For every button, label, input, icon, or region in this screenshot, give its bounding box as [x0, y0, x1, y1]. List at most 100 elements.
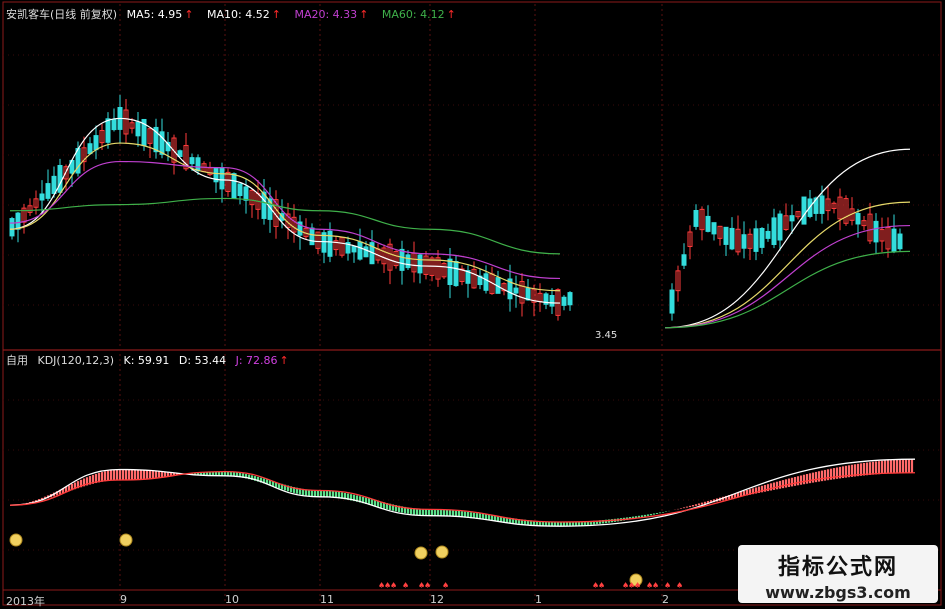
- candle-body: [873, 220, 879, 243]
- candle-body: [891, 228, 897, 252]
- candle-body: [417, 254, 423, 274]
- smiley-icon-3: [435, 545, 449, 559]
- ma10-value: MA10: 4.52: [207, 8, 270, 21]
- axis-label-11: 11: [320, 593, 334, 606]
- stock-chart: ♠♠♠ ♠ ♠♠ ♠ ♠♠ ♠♠♠ ♠♠ ♠ ♠: [2, 1, 942, 606]
- ma-line-ma20-right: [664, 224, 911, 329]
- price-legend: 安凯客车(日线 前复权) MA5: 4.95 ↑ MA10: 4.52 ↑ MA20…: [6, 6, 466, 22]
- candle-body: [57, 165, 63, 193]
- candle-body: [93, 135, 99, 151]
- ma10-up-arrow-icon: ↑: [271, 8, 281, 21]
- ma-line-ma60-right: [664, 250, 911, 329]
- candle-body: [357, 241, 363, 260]
- candle-body: [243, 186, 249, 201]
- signal-marker-icon-11: ♠: [634, 581, 641, 590]
- ma5-value: MA5: 4.95: [126, 8, 183, 21]
- candle-body: [819, 195, 825, 214]
- axis-label-2: 2: [662, 593, 669, 606]
- candle-body: [693, 210, 699, 227]
- smiley-icon-1: [119, 533, 133, 547]
- candle-body: [777, 213, 783, 241]
- candle-body: [309, 227, 315, 246]
- j-up-arrow-icon: ↑: [279, 354, 289, 367]
- axis-label-10: 10: [225, 593, 239, 606]
- kdj-title: 自用: [6, 354, 28, 367]
- axis-label-12: 12: [430, 593, 444, 606]
- candle-body: [447, 258, 453, 286]
- candle-body: [405, 254, 411, 269]
- candle-body: [753, 228, 759, 252]
- candle-body: [15, 212, 21, 230]
- candle-body: [189, 157, 195, 165]
- vertical-gridlines: [119, 4, 663, 604]
- signal-markers: ♠♠♠ ♠ ♠♠ ♠ ♠♠ ♠♠♠ ♠♠ ♠ ♠: [378, 581, 683, 590]
- candle-body: [399, 248, 405, 271]
- candle-body: [9, 218, 15, 237]
- j-value: J: 72.86: [235, 354, 278, 367]
- candle-body: [45, 183, 51, 199]
- price-title: 安凯客车(日线 前复权): [6, 8, 118, 21]
- signal-marker-icon-5: ♠: [424, 581, 431, 590]
- ma5-up-arrow-icon: ↑: [184, 8, 194, 21]
- candle-body: [105, 118, 111, 143]
- candle-body: [789, 215, 795, 222]
- candle-body: [51, 175, 57, 194]
- candle-body: [135, 121, 141, 137]
- d-value: D: 53.44: [178, 354, 227, 367]
- candle-body: [897, 233, 903, 250]
- candle-body: [567, 292, 573, 306]
- candle-body: [231, 173, 237, 199]
- candle-body: [765, 230, 771, 239]
- candlesticks: [9, 94, 903, 321]
- ma20-up-arrow-icon: ↑: [359, 8, 369, 21]
- ma20-value: MA20: 4.33: [294, 8, 358, 21]
- candle-body: [219, 167, 225, 190]
- candle-body: [159, 131, 165, 155]
- candle-body: [711, 222, 717, 235]
- candle-body: [351, 245, 357, 253]
- axis-label-9: 9: [120, 593, 127, 606]
- candle-body: [87, 143, 93, 155]
- signal-marker-icon-6: ♠: [442, 581, 449, 590]
- k-value: K: 59.91: [123, 354, 170, 367]
- ma-line-ma10-left: [9, 142, 561, 292]
- candle-body: [195, 157, 201, 172]
- watermark: 指标公式网 www.zbgs3.com: [738, 545, 938, 603]
- axis-label-1: 1: [535, 593, 542, 606]
- signal-marker-icon-15: ♠: [676, 581, 683, 590]
- candle-body: [705, 215, 711, 232]
- signal-marker-icon-14: ♠: [664, 581, 671, 590]
- candle-body: [39, 193, 45, 201]
- signal-marker-icon-13: ♠: [652, 581, 659, 590]
- candle-body: [525, 287, 531, 301]
- low-price-label: 3.45: [595, 330, 618, 341]
- signal-marker-icon-3: ♠: [402, 581, 409, 590]
- candle-body: [483, 273, 489, 291]
- candle-body: [681, 254, 687, 266]
- smiley-icon-2: [414, 546, 428, 560]
- ma60-value: MA60: 4.12: [381, 8, 445, 21]
- smiley-icon-0: [9, 533, 23, 547]
- ma60-up-arrow-icon: ↑: [446, 8, 456, 21]
- candle-body: [237, 183, 243, 197]
- candle-body: [453, 261, 459, 287]
- candle-body: [741, 234, 747, 249]
- candle-body: [801, 196, 807, 225]
- candle-body: [561, 296, 567, 306]
- kdj-legend: 自用 KDJ(120,12,3) K: 59.91 D: 53.44 J: 72…: [6, 352, 299, 368]
- candle-body: [771, 217, 777, 246]
- candle-body: [729, 227, 735, 250]
- watermark-url: www.zbgs3.com: [765, 583, 911, 602]
- signal-marker-icon-2: ♠: [390, 581, 397, 590]
- candle-body: [363, 246, 369, 258]
- candle-body: [855, 213, 861, 225]
- candle-body: [549, 294, 555, 307]
- watermark-name: 指标公式网: [777, 555, 898, 580]
- kdj-params: KDJ(120,12,3): [37, 354, 115, 367]
- axis-label-2013: 2013年: [6, 595, 45, 608]
- candle-body: [723, 226, 729, 245]
- signal-smileys: [9, 533, 643, 587]
- candle-body: [759, 227, 765, 248]
- candle-body: [669, 289, 675, 314]
- candle-body: [513, 287, 519, 294]
